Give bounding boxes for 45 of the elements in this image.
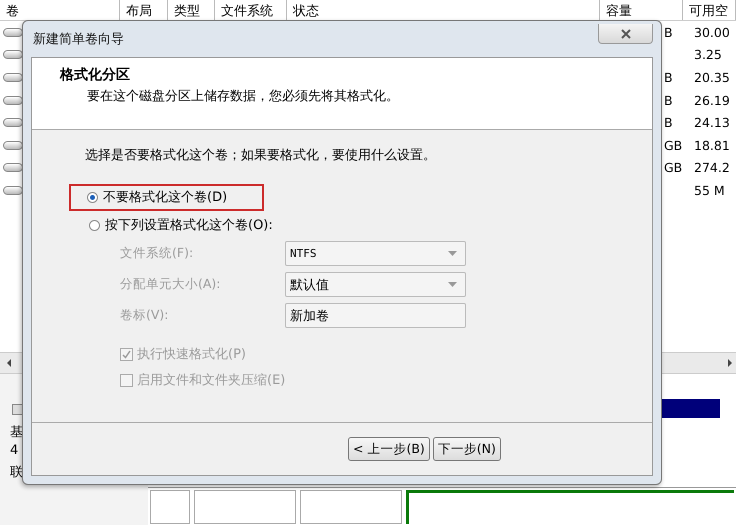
table-cell: 26.19 [694, 92, 730, 108]
table-cell: 3.25 [694, 47, 722, 62]
drive-icon [3, 118, 23, 128]
field-label: 分配单元大小(A): [120, 276, 222, 293]
scroll-left-icon[interactable] [5, 358, 13, 368]
column-header[interactable]: 可用空 [683, 0, 736, 20]
table-cell: 30.00 [694, 24, 730, 40]
table-cell-text: GB [664, 160, 684, 176]
close-icon [620, 28, 632, 38]
instruction-text: 选择是否要格式化这个卷；如果要格式化，要使用什么设置。 [85, 147, 437, 164]
wizard-button[interactable]: < 上一步(B) [348, 437, 430, 461]
radio-option[interactable]: 不要格式化这个卷(D) [87, 186, 228, 208]
wizard-button[interactable]: 下一步(N) [432, 437, 501, 461]
scroll-right-icon[interactable] [726, 358, 734, 368]
table-cell-text: B [664, 92, 674, 108]
table-cell: 20.35 [694, 70, 730, 85]
field-label: 文件系统(F): [120, 245, 194, 262]
page-description: 要在这个磁盘分区上储存数据，您必须先将其格式化。 [87, 88, 400, 105]
drive-icon [3, 140, 23, 150]
radio-button[interactable] [89, 220, 100, 230]
drive-icon [3, 186, 23, 195]
page-heading: 格式化分区 [60, 66, 131, 84]
dropdown-arrow-icon [448, 282, 457, 287]
radio-option[interactable]: 按下列设置格式化这个卷(O): [89, 214, 273, 236]
drive-icon [3, 50, 23, 60]
drive-icon [3, 96, 23, 105]
close-button[interactable] [598, 24, 653, 44]
disk-label: 联 [10, 464, 24, 482]
table-cell-text: B [664, 70, 674, 85]
table-cell-text: B [664, 115, 674, 130]
disk-label: 基 [10, 424, 24, 442]
table-cell: 274.2 [694, 160, 730, 176]
table-cell-text: GB [664, 138, 684, 153]
table-cell-text: B [664, 24, 674, 40]
radio-button[interactable] [87, 192, 98, 202]
field-label: 卷标(V): [120, 307, 170, 324]
dropdown-arrow-icon [448, 251, 457, 256]
table-cell: 55 M [694, 182, 725, 198]
table-cell: 24.13 [694, 115, 730, 130]
table-cell: 18.81 [694, 138, 730, 153]
disk-label: 4 [10, 443, 20, 460]
drive-icon [3, 28, 23, 37]
drive-icon [3, 72, 23, 82]
window-title: 新建简单卷向导 [33, 31, 124, 48]
drive-icon [3, 163, 23, 172]
